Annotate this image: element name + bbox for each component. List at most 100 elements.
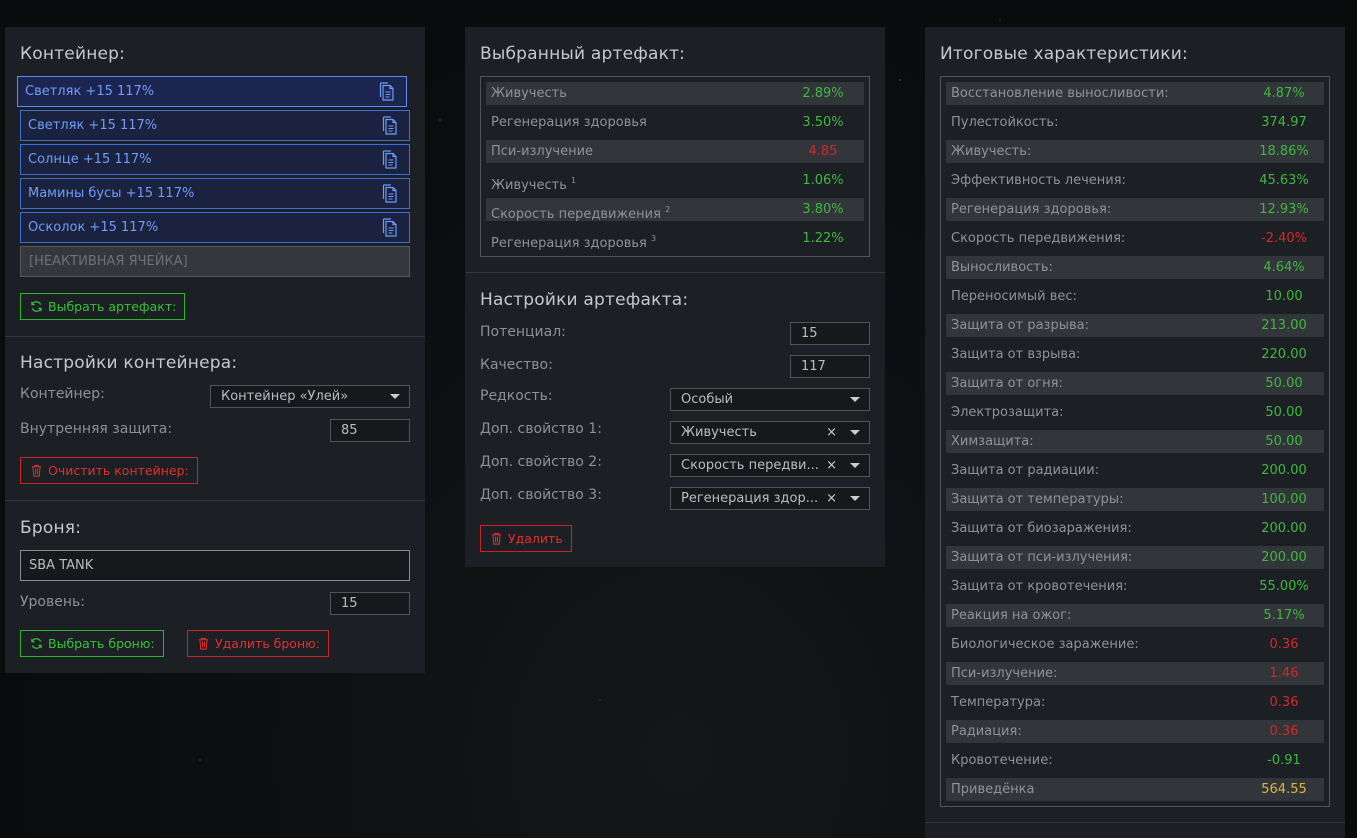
choose-artifact-button[interactable]: Выбрать артефакт: — [20, 293, 186, 320]
left-panel: Контейнер: Светляк +15 117% Светляк +15 1… — [5, 27, 425, 673]
stat-name: Скорость передвижения 2 — [491, 205, 671, 222]
stat-value: 5.17% — [1263, 608, 1305, 623]
stat-value: -2.40% — [1261, 231, 1307, 246]
artifact-slot[interactable]: Светляк +15 117% — [20, 110, 410, 141]
artifact-stat-row: Скорость передвижения 2 3.80% — [486, 198, 864, 222]
extra3-select[interactable]: Регенерация здор... × — [670, 487, 870, 510]
stat-value: 200.00 — [1261, 521, 1307, 536]
total-stat-row: Защита от радиации: 200.00 — [946, 459, 1324, 482]
total-stat-row: Электрозащита: 50.00 — [946, 401, 1324, 424]
stat-name: Выносливость: — [951, 260, 1053, 275]
right-panel: Итоговые характеристики: Восстановление … — [925, 27, 1345, 838]
chevron-down-icon — [850, 496, 860, 501]
total-stat-row: Переносимый вес: 10.00 — [946, 285, 1324, 308]
totals-title: Итоговые характеристики: — [940, 44, 1188, 64]
selected-artifact-title: Выбранный артефакт: — [480, 44, 686, 64]
total-stat-row: Пулестойкость: 374.97 — [946, 111, 1324, 134]
total-stat-row: Живучесть: 18.86% — [946, 140, 1324, 163]
inactive-slot: [НЕАКТИВНАЯ ЯЧЕЙКА] — [20, 246, 410, 277]
stat-name: Химзащита: — [951, 434, 1034, 449]
delete-artifact-label: Удалить — [508, 531, 563, 546]
artifact-slot-label: Светляк +15 117% — [25, 84, 155, 99]
stat-name: Защита от пси-излучения: — [951, 550, 1133, 565]
artifact-slot[interactable]: Осколок +15 117% — [20, 212, 410, 243]
chevron-down-icon — [850, 463, 860, 468]
stat-value: 1.06% — [802, 173, 844, 188]
stat-value: 55.00% — [1259, 579, 1309, 594]
artifact-stat-row: Живучесть 1 1.06% — [486, 169, 864, 193]
stat-name: Защита от взрыва: — [951, 347, 1081, 362]
stat-name: Пси-излучение: — [951, 666, 1058, 681]
stat-name: Кровотечение: — [951, 753, 1053, 768]
artifact-slot-label: Солнце +15 117% — [28, 152, 152, 167]
refresh-icon — [31, 638, 42, 649]
stat-name: Реакция на ожог: — [951, 608, 1072, 623]
total-stat-row: Эффективность лечения: 45.63% — [946, 169, 1324, 192]
artifact-settings-title: Настройки артефакта: — [480, 290, 689, 310]
choose-armor-button[interactable]: Выбрать броню: — [20, 630, 164, 657]
stat-name: Живучесть 1 — [491, 176, 577, 193]
trash-icon — [491, 532, 502, 545]
clear-container-button[interactable]: Очистить контейнер: — [20, 457, 198, 484]
copy-icon[interactable] — [382, 150, 400, 170]
stat-name: Радиация: — [951, 724, 1022, 739]
clear-icon[interactable]: × — [826, 455, 837, 476]
artifact-slot[interactable]: Мамины бусы +15 117% — [20, 178, 410, 209]
total-stat-row: Радиация: 0.36 — [946, 720, 1324, 743]
stat-value: 1.22% — [802, 231, 844, 246]
chevron-down-icon — [850, 397, 860, 402]
stat-value: 50.00 — [1265, 376, 1303, 391]
container-select[interactable]: Контейнер «Улей» — [210, 385, 410, 408]
container-label: Контейнер: — [20, 386, 105, 402]
stat-name: Регенерация здоровья — [491, 115, 647, 130]
artifact-slot[interactable]: Солнце +15 117% — [20, 144, 410, 175]
copy-icon[interactable] — [382, 184, 400, 204]
stat-name: Пси-излучение — [491, 144, 594, 159]
total-stat-row: Биологическое заражение: 0.36 — [946, 633, 1324, 656]
stat-value: 200.00 — [1261, 463, 1307, 478]
total-stat-row: Защита от кровотечения: 55.00% — [946, 575, 1324, 598]
stat-name: Биологическое заражение: — [951, 637, 1139, 652]
stat-value: 50.00 — [1265, 405, 1303, 420]
total-stat-row: Выносливость: 4.64% — [946, 256, 1324, 279]
container-select-value: Контейнер «Улей» — [221, 389, 349, 404]
clear-icon[interactable]: × — [826, 488, 837, 509]
container-title: Контейнер: — [20, 44, 126, 64]
delete-artifact-button[interactable]: Удалить — [480, 525, 572, 552]
delete-armor-button[interactable]: Удалить броню: — [187, 630, 329, 657]
extra2-select[interactable]: Скорость передви... × — [670, 454, 870, 477]
stat-value: 4.85 — [808, 144, 838, 159]
chevron-down-icon — [850, 430, 860, 435]
quality-input[interactable]: 117 — [790, 355, 870, 378]
copy-icon[interactable] — [382, 116, 400, 136]
stat-value: 564.55 — [1261, 782, 1307, 797]
total-stat-row: Защита от температуры: 100.00 — [946, 488, 1324, 511]
inner-protection-input[interactable]: 85 — [330, 419, 410, 442]
armor-level-input[interactable]: 15 — [330, 592, 410, 615]
choose-artifact-label: Выбрать артефакт: — [48, 299, 177, 314]
artifact-slot-label: Мамины бусы +15 117% — [28, 186, 195, 201]
clear-icon[interactable]: × — [826, 422, 837, 443]
stat-name: Защита от огня: — [951, 376, 1063, 391]
stat-name: Пулестойкость: — [951, 115, 1059, 130]
artifact-stat-row: Регенерация здоровья 3.50% — [486, 111, 864, 134]
rarity-select[interactable]: Особый — [670, 388, 870, 411]
total-stat-row: Защита от пси-излучения: 200.00 — [946, 546, 1324, 569]
copy-icon[interactable] — [382, 218, 400, 238]
artifact-slot[interactable]: Светляк +15 117% — [17, 76, 407, 107]
potential-label: Потенциал: — [480, 324, 566, 340]
selected-artifact-stats: Живучесть 2.89% Регенерация здоровья 3.50% П… — [480, 76, 870, 257]
trash-icon — [198, 637, 209, 650]
stat-name: Эффективность лечения: — [951, 173, 1126, 188]
copy-icon[interactable] — [379, 82, 397, 102]
stat-value: 45.63% — [1259, 173, 1309, 188]
armor-name-input[interactable]: SBA TANK — [20, 550, 410, 581]
potential-input[interactable]: 15 — [790, 322, 870, 345]
stat-value: 18.86% — [1259, 144, 1309, 159]
extra1-select[interactable]: Живучесть × — [670, 421, 870, 444]
extra1-select-value: Живучесть — [681, 425, 757, 440]
total-stat-row: Регенерация здоровья: 12.93% — [946, 198, 1324, 221]
stat-name: Регенерация здоровья 3 — [491, 234, 657, 251]
clear-container-label: Очистить контейнер: — [48, 463, 189, 478]
stat-value: 213.00 — [1261, 318, 1307, 333]
